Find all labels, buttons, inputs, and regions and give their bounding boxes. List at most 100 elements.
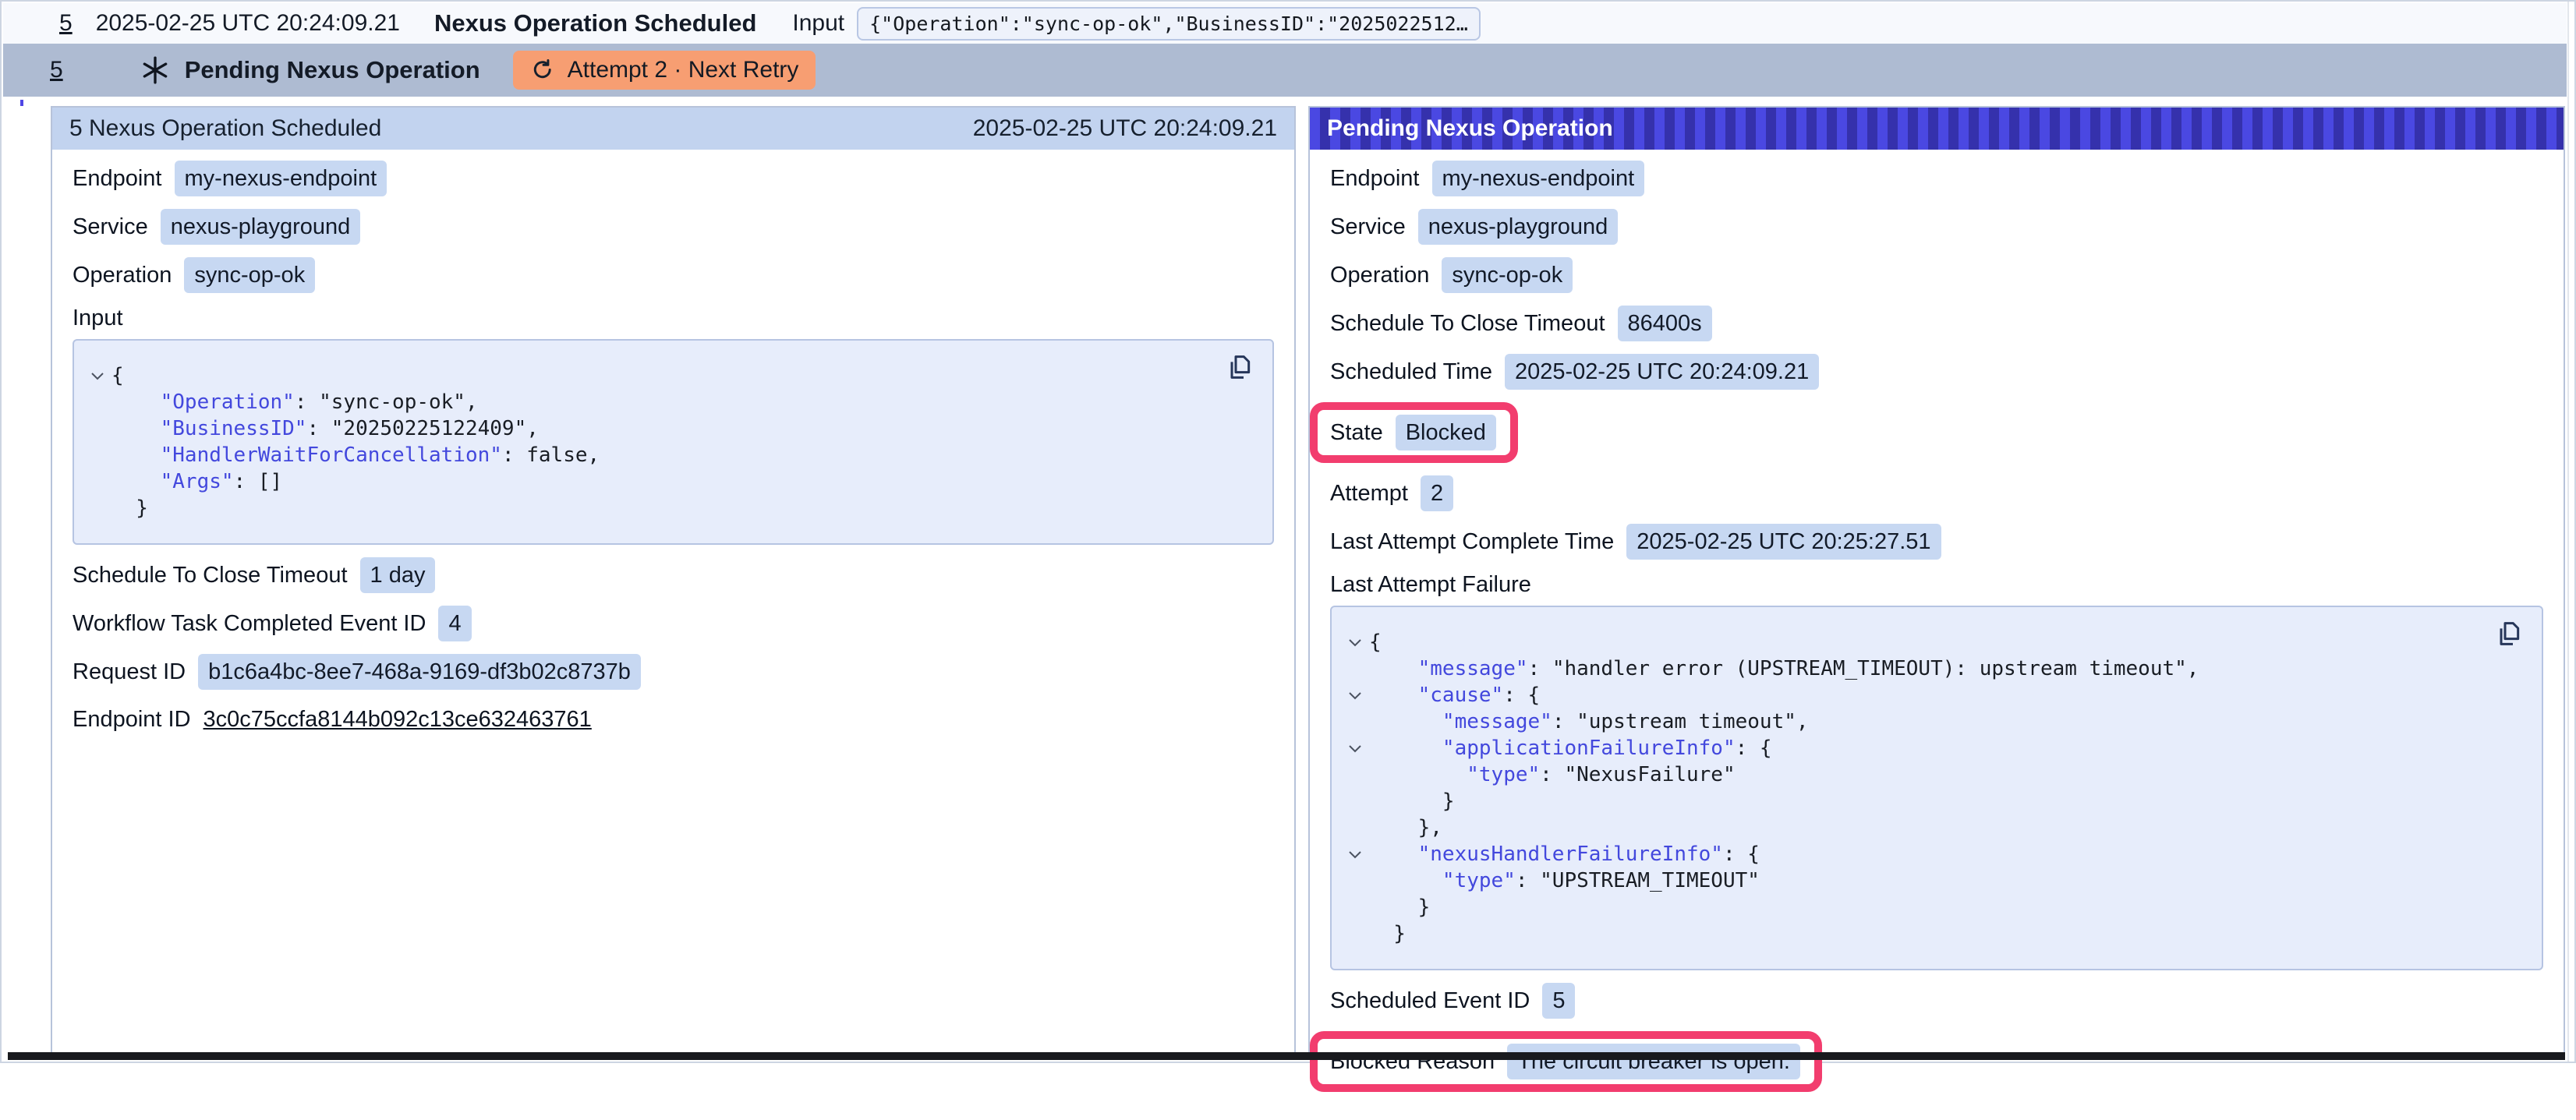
field-content: Servicenexus-playground (73, 209, 360, 245)
field-value-badge: 2025-02-25 UTC 20:24:09.21 (1505, 354, 1819, 390)
code-line: } (83, 495, 1218, 521)
detail-field-blocked-reason: Blocked ReasonThe circuit breaker is ope… (1330, 1031, 2543, 1092)
input-label: Input (792, 10, 844, 37)
event-row-pending[interactable]: 5 Pending Nexus Operation Attempt 2 · Ne… (3, 44, 2567, 97)
code-text: { (111, 362, 124, 389)
pending-card-header: Pending Nexus Operation (1310, 108, 2564, 150)
detail-field-schedule-to-close-timeout: Schedule To Close Timeout1 day (73, 557, 1274, 593)
code-gutter (83, 442, 111, 468)
field-value-badge: nexus-playground (1418, 209, 1619, 245)
field-content: Servicenexus-playground (1330, 209, 1618, 245)
code-text: "type": "NexusFailure" (1369, 761, 1736, 788)
code-text: "applicationFailureInfo": { (1369, 735, 1772, 761)
code-text: "Args": [] (111, 468, 282, 495)
detail-field-operation: Operationsync-op-ok (1330, 257, 2543, 293)
field-value-link[interactable]: 3c0c75ccfa8144b092c13ce632463761 (203, 707, 592, 733)
detail-field-operation: Operationsync-op-ok (73, 257, 1274, 293)
event-row-scheduled[interactable]: 5 2025-02-25 UTC 20:24:09.21 Nexus Opera… (3, 3, 2567, 44)
field-value-badge: my-nexus-endpoint (175, 161, 387, 196)
copy-icon[interactable] (2493, 618, 2525, 649)
detail-field-scheduled-time: Scheduled Time 2025-02-25 UTC 20:24:09.21 (1330, 354, 2543, 390)
event-title: Nexus Operation Scheduled (434, 9, 756, 37)
collapse-chevron-icon[interactable] (1341, 841, 1369, 867)
field-label: Scheduled Time (1330, 359, 1492, 385)
code-gutter (1341, 708, 1369, 735)
code-line: "applicationFailureInfo": { (1341, 735, 2487, 761)
code-gutter (1341, 761, 1369, 788)
retry-badge-label: Attempt 2 · Next Retry (568, 57, 799, 83)
code-gutter (83, 415, 111, 442)
field-label: Operation (1330, 263, 1429, 288)
field-content: State Blocked (1330, 415, 1496, 450)
json-viewer: { "message": "handler error (UPSTREAM_TI… (1330, 606, 2543, 970)
collapse-chevron-icon[interactable] (83, 362, 111, 389)
detail-field-last-attempt-complete-time: Last Attempt Complete Time2025-02-25 UTC… (1330, 524, 2543, 560)
field-label: Endpoint (1330, 166, 1420, 192)
code-line: "Operation": "sync-op-ok", (83, 389, 1218, 415)
code-line: { (83, 362, 1218, 389)
pending-title: Pending Nexus Operation (185, 56, 480, 84)
collapse-chevron-icon[interactable] (1341, 629, 1369, 655)
code-gutter (83, 495, 111, 521)
detail-field-endpoint: Endpointmy-nexus-endpoint (73, 161, 1274, 196)
code-line: "type": "UPSTREAM_TIMEOUT" (1341, 867, 2487, 894)
field-value-badge: 2025-02-25 UTC 20:25:27.51 (1626, 524, 1941, 560)
code-text: "message": "upstream timeout", (1369, 708, 1809, 735)
field-content: Endpoint ID 3c0c75ccfa8144b092c13ce632463… (73, 707, 592, 733)
detail-field-request-id: Request ID b1c6a4bc-8ee7-468a-9169-df3b02… (73, 654, 1274, 690)
field-label: Schedule To Close Timeout (73, 563, 348, 588)
code-text: } (1369, 788, 1455, 814)
field-value-badge: Blocked (1396, 415, 1496, 450)
scheduled-card-body: Endpointmy-nexus-endpoint Servicenexus-pl… (52, 150, 1294, 765)
collapse-chevron-icon[interactable] (1341, 682, 1369, 708)
code-text: "nexusHandlerFailureInfo": { (1369, 841, 1760, 867)
section-bottom-divider (8, 1052, 2565, 1060)
detail-field-state: State Blocked (1330, 402, 2543, 463)
code-text: "cause": { (1369, 682, 1540, 708)
field-label: Request ID (73, 659, 186, 685)
code-line: "nexusHandlerFailureInfo": { (1341, 841, 2487, 867)
pending-operation-card: Pending Nexus Operation Endpointmy-nexus… (1308, 106, 2565, 1054)
code-line: } (1341, 894, 2487, 920)
code-line: }, (1341, 814, 2487, 841)
field-label: Service (73, 214, 148, 240)
detail-field-scheduled-event-id: Scheduled Event ID5 (1330, 983, 2543, 1019)
event-id-link[interactable]: 5 (50, 57, 63, 83)
detail-field-endpoint-id: Endpoint ID 3c0c75ccfa8144b092c13ce632463… (73, 702, 1274, 737)
code-text: "message": "handler error (UPSTREAM_TIME… (1369, 655, 2199, 682)
scheduled-card-title: 5 Nexus Operation Scheduled (69, 115, 381, 142)
field-label: Schedule To Close Timeout (1330, 311, 1605, 337)
detail-field-service: Servicenexus-playground (73, 209, 1274, 245)
code-line: } (1341, 788, 2487, 814)
field-label: Operation (73, 263, 172, 288)
code-text: } (1369, 894, 1430, 920)
collapse-chevron-icon[interactable] (1341, 735, 1369, 761)
field-value-badge: b1c6a4bc-8ee7-468a-9169-df3b02c8737b (198, 654, 641, 690)
code-text: "Operation": "sync-op-ok", (111, 389, 478, 415)
json-viewer: { "Operation": "sync-op-ok", "BusinessID… (73, 339, 1274, 545)
code-line: "type": "NexusFailure" (1341, 761, 2487, 788)
event-id-link[interactable]: 5 (59, 10, 73, 37)
code-line: "message": "handler error (UPSTREAM_TIME… (1341, 655, 2487, 682)
field-label: Workflow Task Completed Event ID (73, 611, 426, 637)
field-label: State (1330, 420, 1383, 446)
copy-icon[interactable] (1224, 352, 1255, 383)
field-label: Endpoint ID (73, 707, 191, 733)
code-line: } (1341, 920, 2487, 947)
field-content: Workflow Task Completed Event ID4 (73, 606, 472, 641)
field-content: Last Attempt Complete Time2025-02-25 UTC… (1330, 524, 1941, 560)
code-text: } (111, 495, 148, 521)
code-gutter (1341, 920, 1369, 947)
code-gutter (1341, 655, 1369, 682)
pending-card-title: Pending Nexus Operation (1327, 115, 1613, 142)
field-content: Schedule To Close Timeout1 day (73, 557, 435, 593)
pending-card-body: Endpointmy-nexus-endpointServicenexus-pl… (1310, 150, 2564, 1120)
code-gutter (1341, 867, 1369, 894)
field-label: Scheduled Event ID (1330, 988, 1530, 1014)
field-content: Scheduled Time 2025-02-25 UTC 20:24:09.21 (1330, 354, 1819, 390)
code-line: "Args": [] (83, 468, 1218, 495)
event-timestamp: 2025-02-25 UTC 20:24:09.21 (96, 10, 400, 37)
scheduled-card-header: 5 Nexus Operation Scheduled 2025-02-25 U… (52, 108, 1294, 150)
annotation-highlight: State Blocked (1310, 402, 1518, 463)
field-value-badge: 86400s (1618, 306, 1712, 341)
